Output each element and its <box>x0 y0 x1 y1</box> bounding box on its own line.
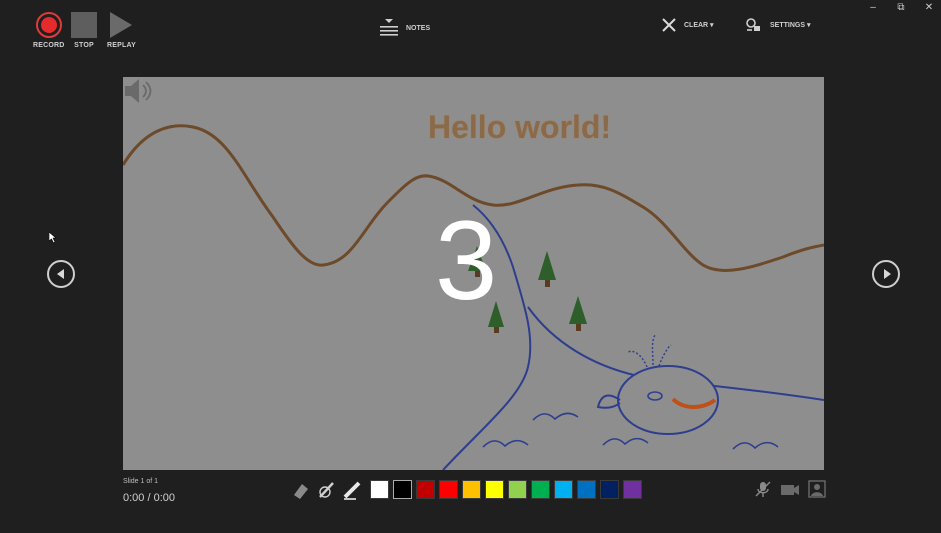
clear-label: CLEAR ▾ <box>684 22 714 29</box>
color-swatch[interactable] <box>439 480 458 499</box>
highlighter-icon[interactable] <box>342 480 362 500</box>
camera-preview-icon[interactable] <box>808 480 826 498</box>
record-icon <box>35 12 62 38</box>
clear-button[interactable]: CLEAR ▾ <box>662 18 714 32</box>
countdown-number: 3 <box>435 198 498 323</box>
ink-tools <box>290 480 362 500</box>
stop-label: STOP <box>74 42 94 49</box>
slide-counter: Slide 1 of 1 <box>123 478 159 485</box>
replay-button[interactable]: REPLAY <box>107 12 136 49</box>
ink-color-palette <box>370 480 642 499</box>
microphone-icon[interactable] <box>754 480 772 498</box>
record-button[interactable]: RECORD <box>33 12 65 49</box>
eraser-icon[interactable] <box>290 480 310 500</box>
settings-icon <box>746 18 760 31</box>
notes-label: NOTES <box>406 24 431 32</box>
pen-icon[interactable] <box>316 480 336 500</box>
color-swatch[interactable] <box>554 480 573 499</box>
recording-timer: 0:00 / 0:00 <box>123 492 175 504</box>
color-swatch[interactable] <box>370 480 389 499</box>
speaker-icon[interactable] <box>123 77 153 105</box>
play-icon <box>110 12 133 38</box>
camera-icon[interactable] <box>780 480 800 498</box>
color-swatch[interactable] <box>462 480 481 499</box>
stop-button[interactable]: STOP <box>71 12 97 49</box>
settings-label: SETTINGS ▾ <box>770 22 811 29</box>
color-swatch[interactable] <box>623 480 642 499</box>
previous-slide-button[interactable] <box>47 260 75 288</box>
recording-toolbar: RECORD STOP REPLAY NOTES CLEAR ▾ SETTING… <box>0 0 941 62</box>
slide-canvas[interactable]: Hello world! 3 <box>123 77 824 470</box>
color-swatch[interactable] <box>508 480 527 499</box>
replay-label: REPLAY <box>107 42 136 49</box>
media-toggles <box>754 480 826 498</box>
slide-title: Hello world! <box>428 109 612 145</box>
color-swatch[interactable] <box>531 480 550 499</box>
color-swatch[interactable] <box>485 480 504 499</box>
color-swatch[interactable] <box>393 480 412 499</box>
close-icon <box>662 18 676 32</box>
next-slide-button[interactable] <box>872 260 900 288</box>
chevron-left-icon <box>56 269 64 279</box>
color-swatch[interactable] <box>416 480 435 499</box>
stop-icon <box>71 12 97 38</box>
notes-icon <box>380 19 398 36</box>
chevron-right-icon <box>883 269 891 279</box>
mouse-cursor-icon <box>49 232 57 244</box>
color-swatch[interactable] <box>600 480 619 499</box>
record-label: RECORD <box>33 42 65 49</box>
notes-button[interactable]: NOTES <box>380 18 430 38</box>
settings-button[interactable]: SETTINGS ▾ <box>746 18 810 32</box>
color-swatch[interactable] <box>577 480 596 499</box>
